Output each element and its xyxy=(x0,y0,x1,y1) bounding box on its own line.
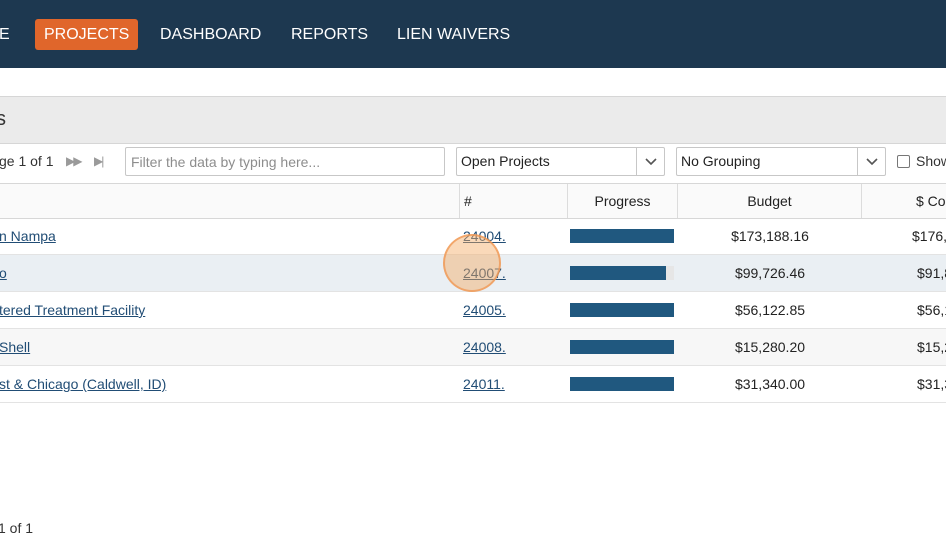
progress-bar xyxy=(570,229,674,243)
nav-item-lien-waivers[interactable]: LIEN WAIVERS xyxy=(397,19,510,50)
show-checkbox[interactable] xyxy=(897,155,910,168)
top-navigation-bar: E PROJECTS DASHBOARD REPORTS LIEN WAIVER… xyxy=(0,0,946,68)
grouping-select[interactable]: No Grouping xyxy=(676,147,886,176)
cost-value: $56,1 xyxy=(917,302,946,318)
cost-value: $31,3 xyxy=(917,376,946,392)
fast-forward-icon[interactable]: ▶▶ xyxy=(66,151,83,171)
progress-bar xyxy=(570,377,674,391)
page-header: s xyxy=(0,96,946,144)
budget-value: $173,188.16 xyxy=(731,228,809,244)
nav-item-reports[interactable]: REPORTS xyxy=(291,19,368,50)
chevron-down-icon[interactable] xyxy=(857,148,885,175)
budget-value: $56,122.85 xyxy=(734,302,806,318)
table-row: st & Chicago (Caldwell, ID) 24011. $31,3… xyxy=(0,366,946,403)
cost-value: $91,8 xyxy=(917,265,946,281)
column-header-budget[interactable]: Budget xyxy=(678,184,862,218)
pager-status: ge 1 of 1 xyxy=(0,153,54,169)
project-status-value: Open Projects xyxy=(461,153,550,169)
cost-value: $15,2 xyxy=(917,339,946,355)
budget-value: $31,340.00 xyxy=(734,376,806,392)
project-name-link[interactable]: n Nampa xyxy=(0,218,56,254)
project-name-link[interactable]: st & Chicago (Caldwell, ID) xyxy=(0,366,166,402)
project-number-link[interactable]: 24011. xyxy=(463,366,505,402)
project-number-link[interactable]: 24005. xyxy=(463,292,506,328)
nav-item-home[interactable]: E xyxy=(0,19,10,50)
click-indicator xyxy=(443,234,501,292)
project-name-link[interactable]: tered Treatment Facility xyxy=(0,292,145,328)
show-checkbox-label: Show xyxy=(916,153,946,169)
page-title: s xyxy=(0,108,6,130)
column-header-cost[interactable]: $ Co xyxy=(862,184,946,218)
budget-value: $99,726.46 xyxy=(734,265,806,281)
column-header-name[interactable] xyxy=(0,184,460,218)
project-name-link[interactable]: Shell xyxy=(0,329,30,365)
table-row: Shell 24008. $15,280.20 $15,2 xyxy=(0,329,946,366)
cost-value: $176, xyxy=(912,228,946,244)
chevron-down-icon[interactable] xyxy=(636,148,664,175)
progress-bar xyxy=(570,303,674,317)
filter-input[interactable] xyxy=(125,147,445,176)
table-header: # Progress Budget $ Co xyxy=(0,183,946,219)
progress-bar xyxy=(570,266,674,280)
project-name-link[interactable]: o xyxy=(0,255,7,291)
column-header-progress[interactable]: Progress xyxy=(568,184,678,218)
nav-item-dashboard[interactable]: DASHBOARD xyxy=(160,19,261,50)
table-row: tered Treatment Facility 24005. $56,122.… xyxy=(0,292,946,329)
project-status-select[interactable]: Open Projects xyxy=(456,147,665,176)
progress-bar xyxy=(570,340,674,354)
column-header-number[interactable]: # xyxy=(460,184,568,218)
project-number-link[interactable]: 24008. xyxy=(463,329,506,365)
bottom-pager-status: 1 of 1 xyxy=(0,520,34,536)
budget-value: $15,280.20 xyxy=(734,339,806,355)
skip-to-end-icon[interactable]: ▶| xyxy=(94,151,104,171)
grouping-value: No Grouping xyxy=(681,153,761,169)
nav-item-projects[interactable]: PROJECTS xyxy=(35,19,139,50)
